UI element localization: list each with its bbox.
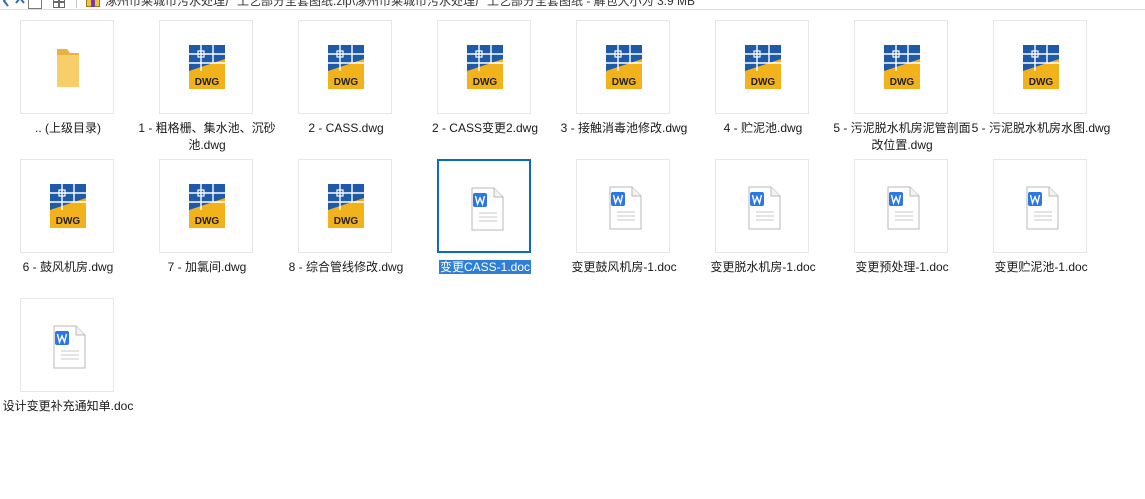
file-thumbnail[interactable] [854,159,948,253]
file-name: 8 - 综合管线修改.dwg [288,260,404,274]
dwg-badge-text: DWG [334,77,359,88]
dwg-badge-text: DWG [1029,77,1054,88]
word-doc-icon [609,186,642,230]
dwg-file-icon: DWG TM [1023,45,1059,89]
folder-icon [57,49,79,87]
svg-text:TM: TM [217,46,224,52]
file-name: 变更脱水机房-1.doc [710,260,816,274]
view-grid-icon[interactable] [53,0,65,8]
svg-text:TM: TM [495,46,502,52]
svg-text:TM: TM [773,46,780,52]
file-name: 1 - 粗格栅、集水池、沉砂池.dwg [138,121,276,152]
dwg-file-icon: DWG TM [328,45,364,89]
dwg-file-icon: DWG TM [50,184,86,228]
file-thumbnail[interactable]: DWG TM [437,20,531,114]
file-thumbnail[interactable]: DWG TM [298,20,392,114]
title-divider [0,9,1145,10]
dwg-file-icon: DWG TM [467,45,503,89]
word-doc-icon [1026,186,1059,230]
file-name: 变更CASS-1.doc [438,260,532,274]
up-arrow-icon[interactable] [14,0,26,7]
file-name: 变更预处理-1.doc [855,260,949,274]
file-name: 5 - 污泥脱水机房泥管剖面改位置.dwg [833,121,971,152]
file-name: 2 - CASS变更2.dwg [431,121,539,135]
file-thumbnail[interactable]: DWG TM [298,159,392,253]
dwg-file-icon: DWG TM [606,45,642,89]
window-title: 涿州市莱城市污水处理厂工艺部分全套图纸.zip\涿州市莱城市污水处理厂工艺部分全… [105,0,696,8]
file-name: 7 - 加氯间.dwg [167,260,247,274]
svg-text:TM: TM [356,46,363,52]
file-thumbnail[interactable] [20,20,114,114]
file-thumbnail[interactable]: DWG TM [715,20,809,114]
dwg-badge-text: DWG [751,77,776,88]
dwg-file-icon: DWG TM [745,45,781,89]
file-thumbnail[interactable]: DWG TM [993,20,1087,114]
dwg-badge-text: DWG [473,77,498,88]
file-name: 4 - 贮泥池.dwg [723,121,803,135]
dwg-file-icon: DWG TM [884,45,920,89]
word-doc-icon [748,186,781,230]
file-name: 2 - CASS.dwg [308,121,384,135]
dwg-badge-text: DWG [612,77,637,88]
file-name: 5 - 污泥脱水机房水图.dwg [971,121,1111,135]
file-thumbnail[interactable]: DWG TM [159,20,253,114]
file-thumbnail[interactable] [437,159,531,253]
dwg-file-icon: DWG TM [189,184,225,228]
file-thumbnail[interactable] [576,159,670,253]
file-thumbnail[interactable]: DWG TM [854,20,948,114]
word-doc-icon [887,186,920,230]
toolbar-divider [76,0,77,8]
toolbar: 涿州市莱城市污水处理厂工艺部分全套图纸.zip\涿州市莱城市污水处理厂工艺部分全… [0,0,1145,9]
svg-text:TM: TM [912,46,919,52]
file-thumbnail[interactable]: DWG TM [576,20,670,114]
file-thumbnail[interactable] [993,159,1087,253]
svg-text:TM: TM [356,185,363,191]
file-name: .. (上级目录) [35,121,101,135]
svg-text:TM: TM [217,185,224,191]
dwg-badge-text: DWG [195,216,220,227]
file-name: 设计变更补充通知单.doc [2,399,134,413]
dwg-badge-text: DWG [890,77,915,88]
zip-archive-icon [86,0,100,7]
back-arrow-icon[interactable] [2,0,14,7]
file-name: 变更贮泥池-1.doc [994,260,1088,274]
file-thumbnail[interactable] [715,159,809,253]
file-thumbnail[interactable] [20,298,114,392]
dwg-badge-text: DWG [334,216,359,227]
file-thumbnail[interactable]: DWG TM [159,159,253,253]
file-thumbnail[interactable]: DWG TM [20,159,114,253]
svg-text:TM: TM [634,46,641,52]
dwg-file-icon: DWG TM [189,45,225,89]
view-details-icon[interactable] [28,0,42,9]
dwg-badge-text: DWG [195,77,220,88]
svg-text:TM: TM [78,185,85,191]
file-name: 6 - 鼓风机房.dwg [22,260,114,274]
file-name: 3 - 接触消毒池修改.dwg [560,121,688,135]
dwg-file-icon: DWG TM [328,184,364,228]
file-name: 变更鼓风机房-1.doc [571,260,677,274]
dwg-badge-text: DWG [56,216,81,227]
word-doc-icon [53,325,86,369]
word-doc-icon [471,187,504,231]
svg-text:TM: TM [1051,46,1058,52]
